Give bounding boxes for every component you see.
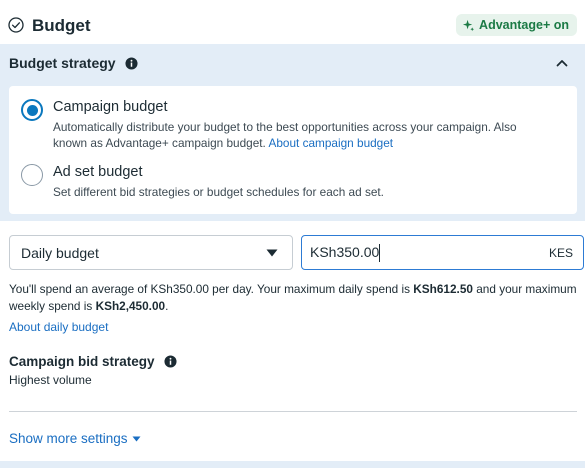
campaign-budget-radio[interactable]	[21, 99, 43, 121]
info-icon[interactable]	[125, 57, 139, 70]
budget-type-value: Daily budget	[21, 245, 99, 261]
show-more-label: Show more settings	[9, 431, 128, 446]
caret-down-icon	[266, 249, 278, 257]
currency-label: KES	[548, 246, 573, 260]
chevron-up-icon[interactable]	[555, 56, 569, 70]
max-daily-spend: KSh612.50	[413, 282, 473, 296]
section-title: Budget	[32, 16, 91, 35]
bid-strategy-value: Highest volume	[9, 373, 92, 387]
option-title: Campaign budget	[53, 99, 168, 115]
max-weekly-spend: KSh2,450.00	[95, 299, 166, 313]
caret-down-icon	[132, 436, 141, 441]
budget-type-select[interactable]: Daily budget	[9, 235, 293, 270]
show-more-settings-button[interactable]: Show more settings	[9, 431, 141, 446]
info-icon[interactable]	[164, 355, 177, 368]
about-campaign-budget-link[interactable]: About campaign budget	[268, 136, 393, 150]
option-description: Set different bid strategies or budget s…	[53, 185, 384, 199]
option-description: Automatically distribute your budget to …	[53, 120, 517, 150]
text-cursor	[379, 244, 380, 262]
sparkle-icon	[462, 19, 475, 31]
option-ad-set-budget[interactable]: Ad set budget Set different bid strategi…	[19, 162, 559, 202]
budget-strategy-label: Budget strategy	[9, 55, 116, 71]
budget-options-card: Campaign budget Automatically distribute…	[9, 86, 577, 214]
advantage-badge[interactable]: Advantage+ on	[456, 14, 577, 36]
option-title: Ad set budget	[53, 164, 143, 180]
bid-strategy-title: Campaign bid strategy	[9, 354, 177, 370]
budget-header: Budget Advantage+ on	[0, 0, 585, 44]
divider	[9, 411, 577, 412]
about-daily-budget-link[interactable]: About daily budget	[9, 320, 108, 334]
spend-summary: You'll spend an average of KSh350.00 per…	[9, 282, 577, 313]
option-campaign-budget[interactable]: Campaign budget Automatically distribute…	[19, 97, 559, 150]
budget-amount-field[interactable]: KES	[301, 235, 584, 270]
budget-strategy-panel: Budget strategy Campaign budget Automati…	[0, 44, 585, 221]
advantage-badge-label: Advantage+ on	[479, 18, 569, 32]
budget-amount-input[interactable]	[310, 244, 510, 261]
bid-strategy-label: Campaign bid strategy	[9, 354, 155, 369]
check-circle-icon	[8, 17, 24, 33]
budget-strategy-title: Budget strategy	[9, 55, 139, 71]
next-section-edge	[0, 461, 585, 468]
ad-set-budget-radio[interactable]	[21, 164, 43, 186]
